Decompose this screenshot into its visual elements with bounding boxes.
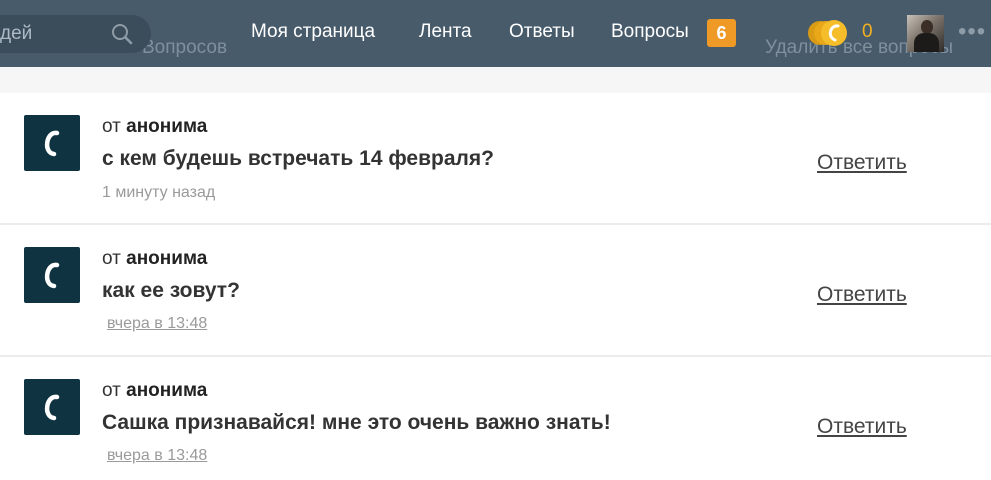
question-card: от анонима Сашка признавайся! мне это оч… <box>0 357 991 480</box>
anonymous-logo-icon <box>24 247 80 303</box>
coins-icon[interactable] <box>808 17 852 49</box>
search-input[interactable] <box>0 15 96 53</box>
search-icon[interactable] <box>110 22 134 46</box>
answer-button[interactable]: Ответить <box>817 414 907 440</box>
answer-button[interactable]: Ответить <box>817 150 907 176</box>
question-text: Сашка признавайся! мне это очень важно з… <box>102 411 611 434</box>
question-time-link[interactable]: вчера в 13:48 <box>107 446 207 466</box>
more-menu-icon[interactable]: ••• <box>958 20 986 44</box>
question-sender: от анонима <box>102 116 208 137</box>
nav-questions-link[interactable]: Вопросы <box>611 20 689 44</box>
nav-answers-link[interactable]: Ответы <box>509 20 575 44</box>
anonymous-logo-icon <box>24 115 80 171</box>
background-questions-label: Вопросов <box>142 37 228 58</box>
avatar-head <box>921 20 933 34</box>
coins-count: 0 <box>862 21 873 42</box>
nav-my-page-link[interactable]: Моя страница <box>251 20 375 44</box>
user-avatar[interactable] <box>907 15 944 52</box>
question-text: как ее зовут? <box>102 279 240 302</box>
question-sender: от анонима <box>102 248 208 269</box>
nav-feed-link[interactable]: Лента <box>419 20 472 44</box>
question-sender: от анонима <box>102 380 208 401</box>
search-box <box>0 15 151 53</box>
questions-count-badge[interactable]: 6 <box>707 19 736 47</box>
anonymous-logo-icon <box>24 379 80 435</box>
top-navigation-bar: Вопросов Удалить все вопросы Моя страниц… <box>0 0 991 67</box>
content-top-strip <box>0 67 991 94</box>
question-card: от анонима с кем будешь встречать 14 фев… <box>0 93 991 225</box>
question-time: 1 минуту назад <box>102 184 216 201</box>
question-text: с кем будешь встречать 14 февраля? <box>102 147 494 170</box>
avatar-body <box>914 33 939 52</box>
answer-button[interactable]: Ответить <box>817 282 907 308</box>
question-card: от анонима как ее зовут? вчера в 13:48 О… <box>0 225 991 357</box>
question-time-link[interactable]: вчера в 13:48 <box>107 314 207 334</box>
